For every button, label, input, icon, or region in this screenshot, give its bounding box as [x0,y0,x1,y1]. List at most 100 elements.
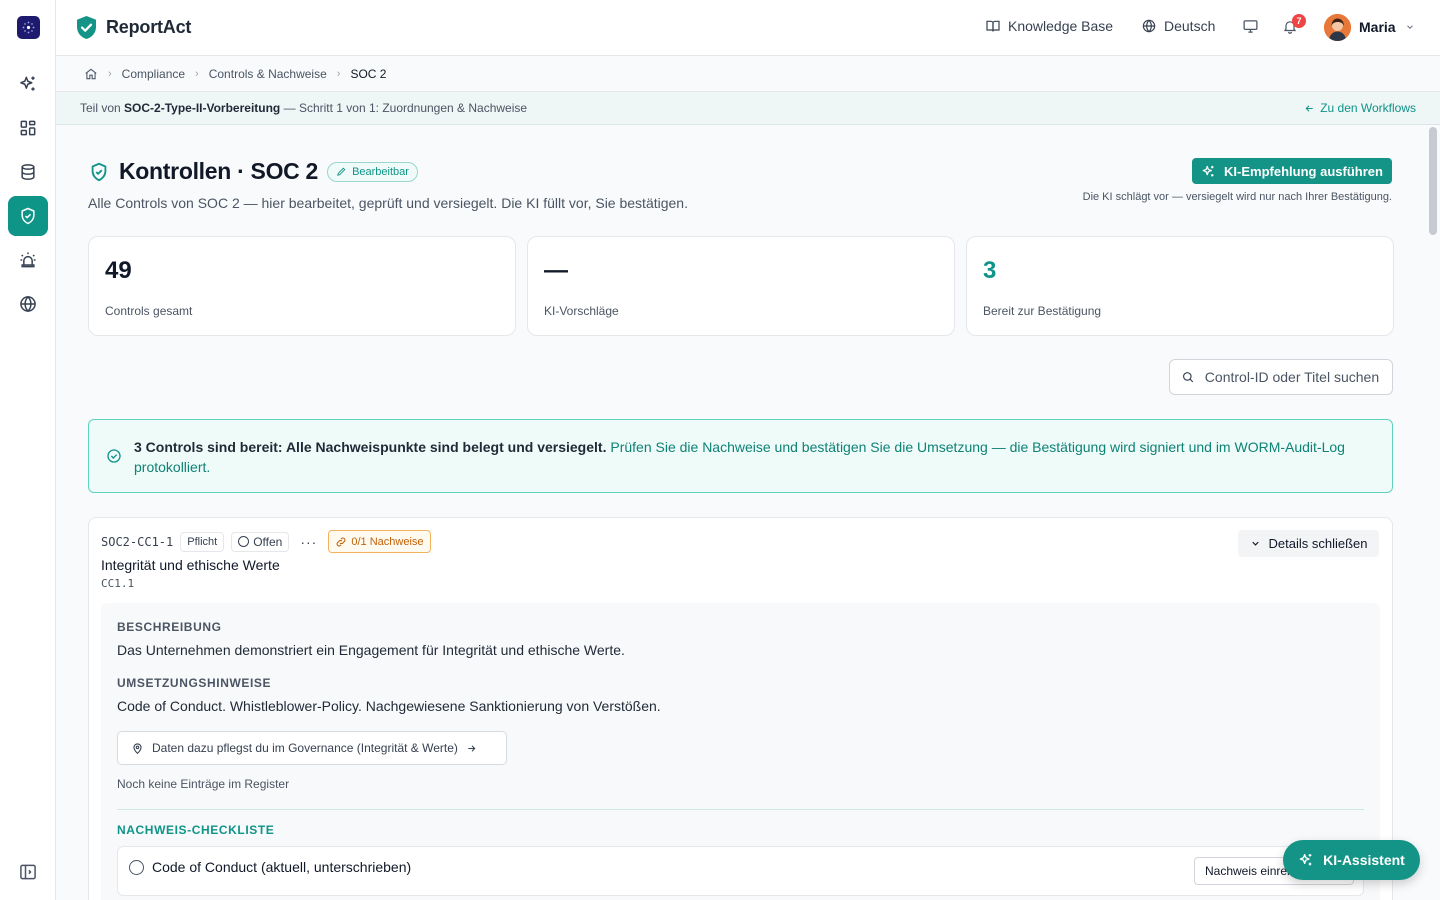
checklist-label: NACHWEIS-CHECKLISTE [117,823,275,837]
close-details-button[interactable]: Details schließen [1238,530,1379,557]
workflow-banner: Teil von SOC-2-Type-II-Vorbereitung — Sc… [56,92,1440,125]
workflow-step: — Schritt 1 von 1: Zuordnungen & Nachwei… [283,101,528,115]
stat-label: KI-Vorschläge [544,304,619,318]
breadcrumb-controls[interactable]: Controls & Nachweise [209,67,327,81]
workspace-logo[interactable] [17,16,40,39]
page-subtitle: Alle Controls von SOC 2 — hier bearbeite… [88,195,688,211]
language-selector[interactable]: Deutsch [1141,18,1215,34]
chevron-right-icon: › [195,67,199,80]
pencil-icon [337,167,346,176]
brand[interactable]: ReportAct [76,15,191,40]
mandatory-tag: Pflicht [180,531,225,552]
checklist-item-text: Code of Conduct (aktuell, unterschrieben… [152,859,412,875]
control-title: Integrität und ethische Werte [101,557,280,573]
empty-register-note: Noch keine Einträge im Register [117,777,290,791]
user-menu-chevron[interactable] [1405,22,1415,32]
search-icon [1183,372,1194,383]
left-rail [0,0,56,900]
ready-controls-banner: 3 Controls sind bereit: Alle Nachweispun… [88,419,1393,493]
page-title: Kontrollen · SOC 2 [119,158,319,184]
stat-value: — [544,257,568,284]
collapse-sidebar-button[interactable] [18,862,38,882]
nav-compliance[interactable] [8,196,48,236]
run-ai-recommendation-button[interactable]: KI-Empfehlung ausführen [1192,158,1392,184]
page-header: Kontrollen · SOC 2 Bearbeitbar [88,158,418,185]
nav-ai-sparkles[interactable] [8,64,48,104]
checklist-radio[interactable] [129,860,144,875]
control-id: SOC2-CC1-1 [101,534,174,549]
nav-dashboard[interactable] [8,108,48,148]
more-icon[interactable]: ··· [296,534,321,550]
user-name[interactable]: Maria [1359,19,1396,35]
stat-card-controls-total: 49 Controls gesamt [88,236,516,336]
link-icon [336,537,346,546]
hints-label: UMSETZUNGSHINWEISE [117,676,272,690]
governance-link-label: Daten dazu pflegst du im Governance (Int… [152,741,458,755]
control-header: SOC2-CC1-1 Pflicht Offen ··· 0/1 Nachwei… [101,530,431,553]
back-to-workflows-link[interactable]: Zu den Workflows [1304,101,1416,115]
notification-badge: 7 [1292,14,1306,28]
control-reference: CC1.1 [101,577,135,590]
breadcrumb-compliance[interactable]: Compliance [122,67,185,81]
chevron-right-icon: › [336,67,341,80]
workflow-name[interactable]: SOC-2-Type-II-Vorbereitung [124,101,280,115]
breadcrumb: › Compliance › Controls & Nachweise › SO… [56,56,1440,92]
stat-card-ready: 3 Bereit zur Bestätigung [966,236,1394,336]
notifications-button[interactable]: 7 [1282,14,1306,35]
checklist-item: Code of Conduct (aktuell, unterschrieben… [117,846,1364,896]
breadcrumb-home[interactable] [84,67,98,81]
knowledge-base-label: Knowledge Base [1008,18,1114,34]
user-avatar-icon [1324,14,1351,41]
breadcrumb-current: SOC 2 [350,66,387,81]
stat-label: Bereit zur Bestätigung [983,304,1102,318]
control-search [1169,359,1393,395]
globe-icon [20,295,36,313]
shield-check-icon [21,207,35,225]
knowledge-base-link[interactable]: Knowledge Base [985,18,1113,34]
control-card: SOC2-CC1-1 Pflicht Offen ··· 0/1 Nachwei… [88,517,1393,900]
sparkles-icon [1202,165,1214,176]
editable-badge-label: Bearbeitbar [352,165,409,178]
brand-name: ReportAct [106,17,192,37]
nav-global[interactable] [8,284,48,324]
check-circle-svg [107,449,121,463]
top-bar: ReportAct Knowledge Base Deutsch 7 Maria [56,0,1440,56]
workflow-prefix: Teil von [80,101,121,115]
display-button[interactable] [1242,18,1259,35]
workspace-logo-icon [22,21,35,34]
sparkles-icon [20,76,35,91]
governance-link[interactable]: Daten dazu pflegst du im Governance (Int… [117,731,507,765]
status-badge[interactable]: Offen [231,531,290,552]
map-pin-icon [133,742,142,754]
banner-text: 3 Controls sind bereit: Alle Nachweispun… [134,437,1374,477]
nav-incidents[interactable] [8,240,48,280]
sidebar-toggle-icon [20,864,36,880]
globe-icon [1142,19,1156,33]
avatar[interactable] [1324,14,1351,41]
chevron-down-icon [1407,25,1413,29]
evidence-badge[interactable]: 0/1 Nachweise [328,530,431,553]
status-label: Offen [253,534,283,549]
workflow-context: Teil von SOC-2-Type-II-Vorbereitung — Sc… [80,101,527,115]
dashboard-icon [20,120,36,136]
ai-note: Die KI schlägt vor — versiegelt wird nur… [1082,191,1392,203]
description-text: Das Unternehmen demonstriert ein Engagem… [117,642,625,658]
stat-label: Controls gesamt [105,304,193,318]
stat-card-ai-suggestions: — KI-Vorschläge [527,236,955,336]
nav-data[interactable] [8,152,48,192]
stat-value: 49 [105,257,132,284]
ai-assistant-button[interactable]: KI-Assistent [1283,840,1420,880]
page-scrollbar[interactable] [1429,127,1437,235]
stat-value: 3 [983,257,997,284]
description-label: BESCHREIBUNG [117,620,222,634]
chevron-right-icon: › [108,67,112,80]
main-content: Kontrollen · SOC 2 Bearbeitbar Alle Cont… [56,125,1428,900]
ai-assistant-label: KI-Assistent [1323,852,1405,868]
home-icon [85,68,97,79]
search-input[interactable] [1204,369,1392,385]
control-details: BESCHREIBUNG Das Unternehmen demonstrier… [101,603,1380,900]
evidence-count: 0/1 Nachweise [351,535,424,548]
chevron-down-icon [1251,541,1259,546]
back-to-workflows-label: Zu den Workflows [1320,101,1416,115]
siren-icon [20,252,36,268]
